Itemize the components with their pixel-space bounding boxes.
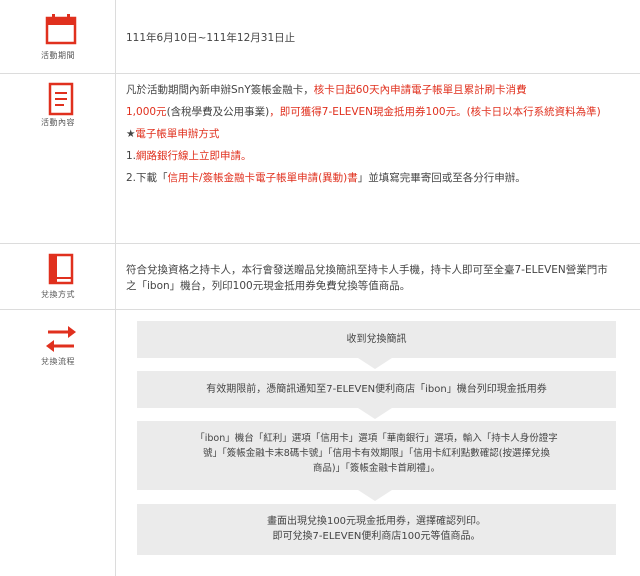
redeem-method-content: 符合兌換資格之持卡人，本行會發送贈品兌換簡訊至持卡人手機，持卡人即可至全臺7-E…: [126, 263, 634, 293]
flow-arrow-3: [358, 490, 392, 501]
content-row: 活動內容 凡於活動期間內新申辦SnY簽帳金融卡，核卡日起60天內申請電子帳單且累…: [0, 74, 640, 244]
flow-arrow-2: [358, 408, 392, 419]
redeem-method-label: 兌換方式: [41, 290, 75, 299]
redeem-method-row: 兌換方式 符合兌換資格之持卡人，本行會發送贈品兌換簡訊至持卡人手機，持卡人即可至…: [0, 244, 640, 310]
online-banking-link[interactable]: 網路銀行線上立即申請。: [136, 150, 252, 162]
content-line-4-a: 1.: [126, 150, 137, 162]
content-line-2-c: ，即可獲得7-ELEVEN現金抵用券100元。(核卡日以本行系統資料為準): [269, 106, 601, 118]
period-row: 活動期間 111年6月10日~111年12月31日止: [0, 0, 640, 74]
flow-step-2-text: 有效期限前，憑簡訊通知至7-ELEVEN便利商店「ibon」機台列印現金抵用券: [206, 384, 547, 395]
content-body: 凡於活動期間內新申辦SnY簽帳金融卡，核卡日起60天內申請電子帳單且累計刷卡消費…: [126, 83, 634, 185]
content-line-5-c: 」並填寫完畢寄回或至各分行申辦。: [357, 172, 526, 184]
flow-arrow-1: [358, 358, 392, 369]
flow-step-3: 「ibon」機台「紅利」選項「信用卡」選項「華南銀行」選項，輸入「持卡人身份證字…: [137, 421, 616, 490]
content-line-1-a: 凡於活動期間內新申辦SnY簽帳金融卡，: [126, 84, 314, 96]
flow-step-1-text: 收到兌換簡訊: [346, 334, 407, 345]
flow-step-4-line-2: 即可兌換7-ELEVEN便利商店100元等值商品。: [272, 531, 481, 542]
content-label: 活動內容: [41, 118, 75, 127]
content-line-2-b: (含稅學費及公用事業): [166, 106, 270, 118]
book-icon: [44, 252, 78, 286]
content-line-2: 1,000元(含稅學費及公用事業)，即可獲得7-ELEVEN現金抵用券100元。…: [126, 105, 634, 119]
content-line-4: 1.網路銀行線上立即申請。: [126, 149, 634, 163]
flow-step-3-line-3: 商品)」「簽帳金融卡首刷禮」。: [312, 463, 441, 474]
flow-step-1: 收到兌換簡訊: [137, 321, 616, 358]
document-icon: [44, 82, 78, 116]
content-line-2-a: 1,000元: [126, 106, 167, 118]
redeem-method-side: 兌換方式: [0, 244, 116, 309]
flow-step-2: 有效期限前，憑簡訊通知至7-ELEVEN便利商店「ibon」機台列印現金抵用券: [137, 371, 616, 408]
flow-step-4-line-1: 畫面出現兌換100元現金抵用券，選擇確認列印。: [266, 516, 487, 527]
redeem-method-line-1: 符合兌換資格之持卡人，本行會發送贈品兌換簡訊至持卡人手機，持卡人即可至全臺7-E…: [126, 264, 608, 276]
redeem-flow-side: 兌換流程: [0, 310, 116, 576]
period-side: 活動期間: [0, 0, 116, 73]
content-line-5: 2.下載「信用卡/簽帳金融卡電子帳單申請(異動)書」並填寫完畢寄回或至各分行申辦…: [126, 171, 634, 185]
content-line-5-a: 2.下載「: [126, 172, 168, 184]
flow-step-3-line-2: 號」「簽帳金融卡末8碼卡號」「信用卡有效期限」「信用卡紅利點數確認(按選擇兌換: [202, 448, 550, 459]
content-line-3: ★電子帳單申辦方式: [126, 127, 634, 141]
content-line-3-a: ★: [126, 128, 136, 140]
period-text: 111年6月10日~111年12月31日止: [126, 32, 296, 44]
flow-step-4: 畫面出現兌換100元現金抵用券，選擇確認列印。 即可兌換7-ELEVEN便利商店…: [137, 504, 616, 555]
exchange-arrows-icon: [44, 322, 78, 356]
content-line-1: 凡於活動期間內新申辦SnY簽帳金融卡，核卡日起60天內申請電子帳單且累計刷卡消費: [126, 83, 634, 97]
calendar-icon: [44, 12, 78, 46]
period-content: 111年6月10日~111年12月31日止: [126, 31, 634, 45]
content-side: 活動內容: [0, 74, 116, 243]
content-line-3-b: 電子帳單申辦方式: [135, 128, 220, 140]
period-label: 活動期間: [41, 51, 75, 60]
content-line-1-b: 核卡日起60天內申請電子帳單且累計刷卡消費: [313, 84, 527, 96]
redeem-method-line-2: 之「ibon」機台，列印100元現金抵用券免費兌換等值商品。: [126, 280, 411, 292]
redeem-flow-label: 兌換流程: [41, 357, 75, 366]
ebill-form-download-link[interactable]: 信用卡/簽帳金融卡電子帳單申請(異動)書: [168, 172, 358, 184]
flow-step-3-line-1: 「ibon」機台「紅利」選項「信用卡」選項「華南銀行」選項，輸入「持卡人身份證字: [195, 433, 558, 444]
